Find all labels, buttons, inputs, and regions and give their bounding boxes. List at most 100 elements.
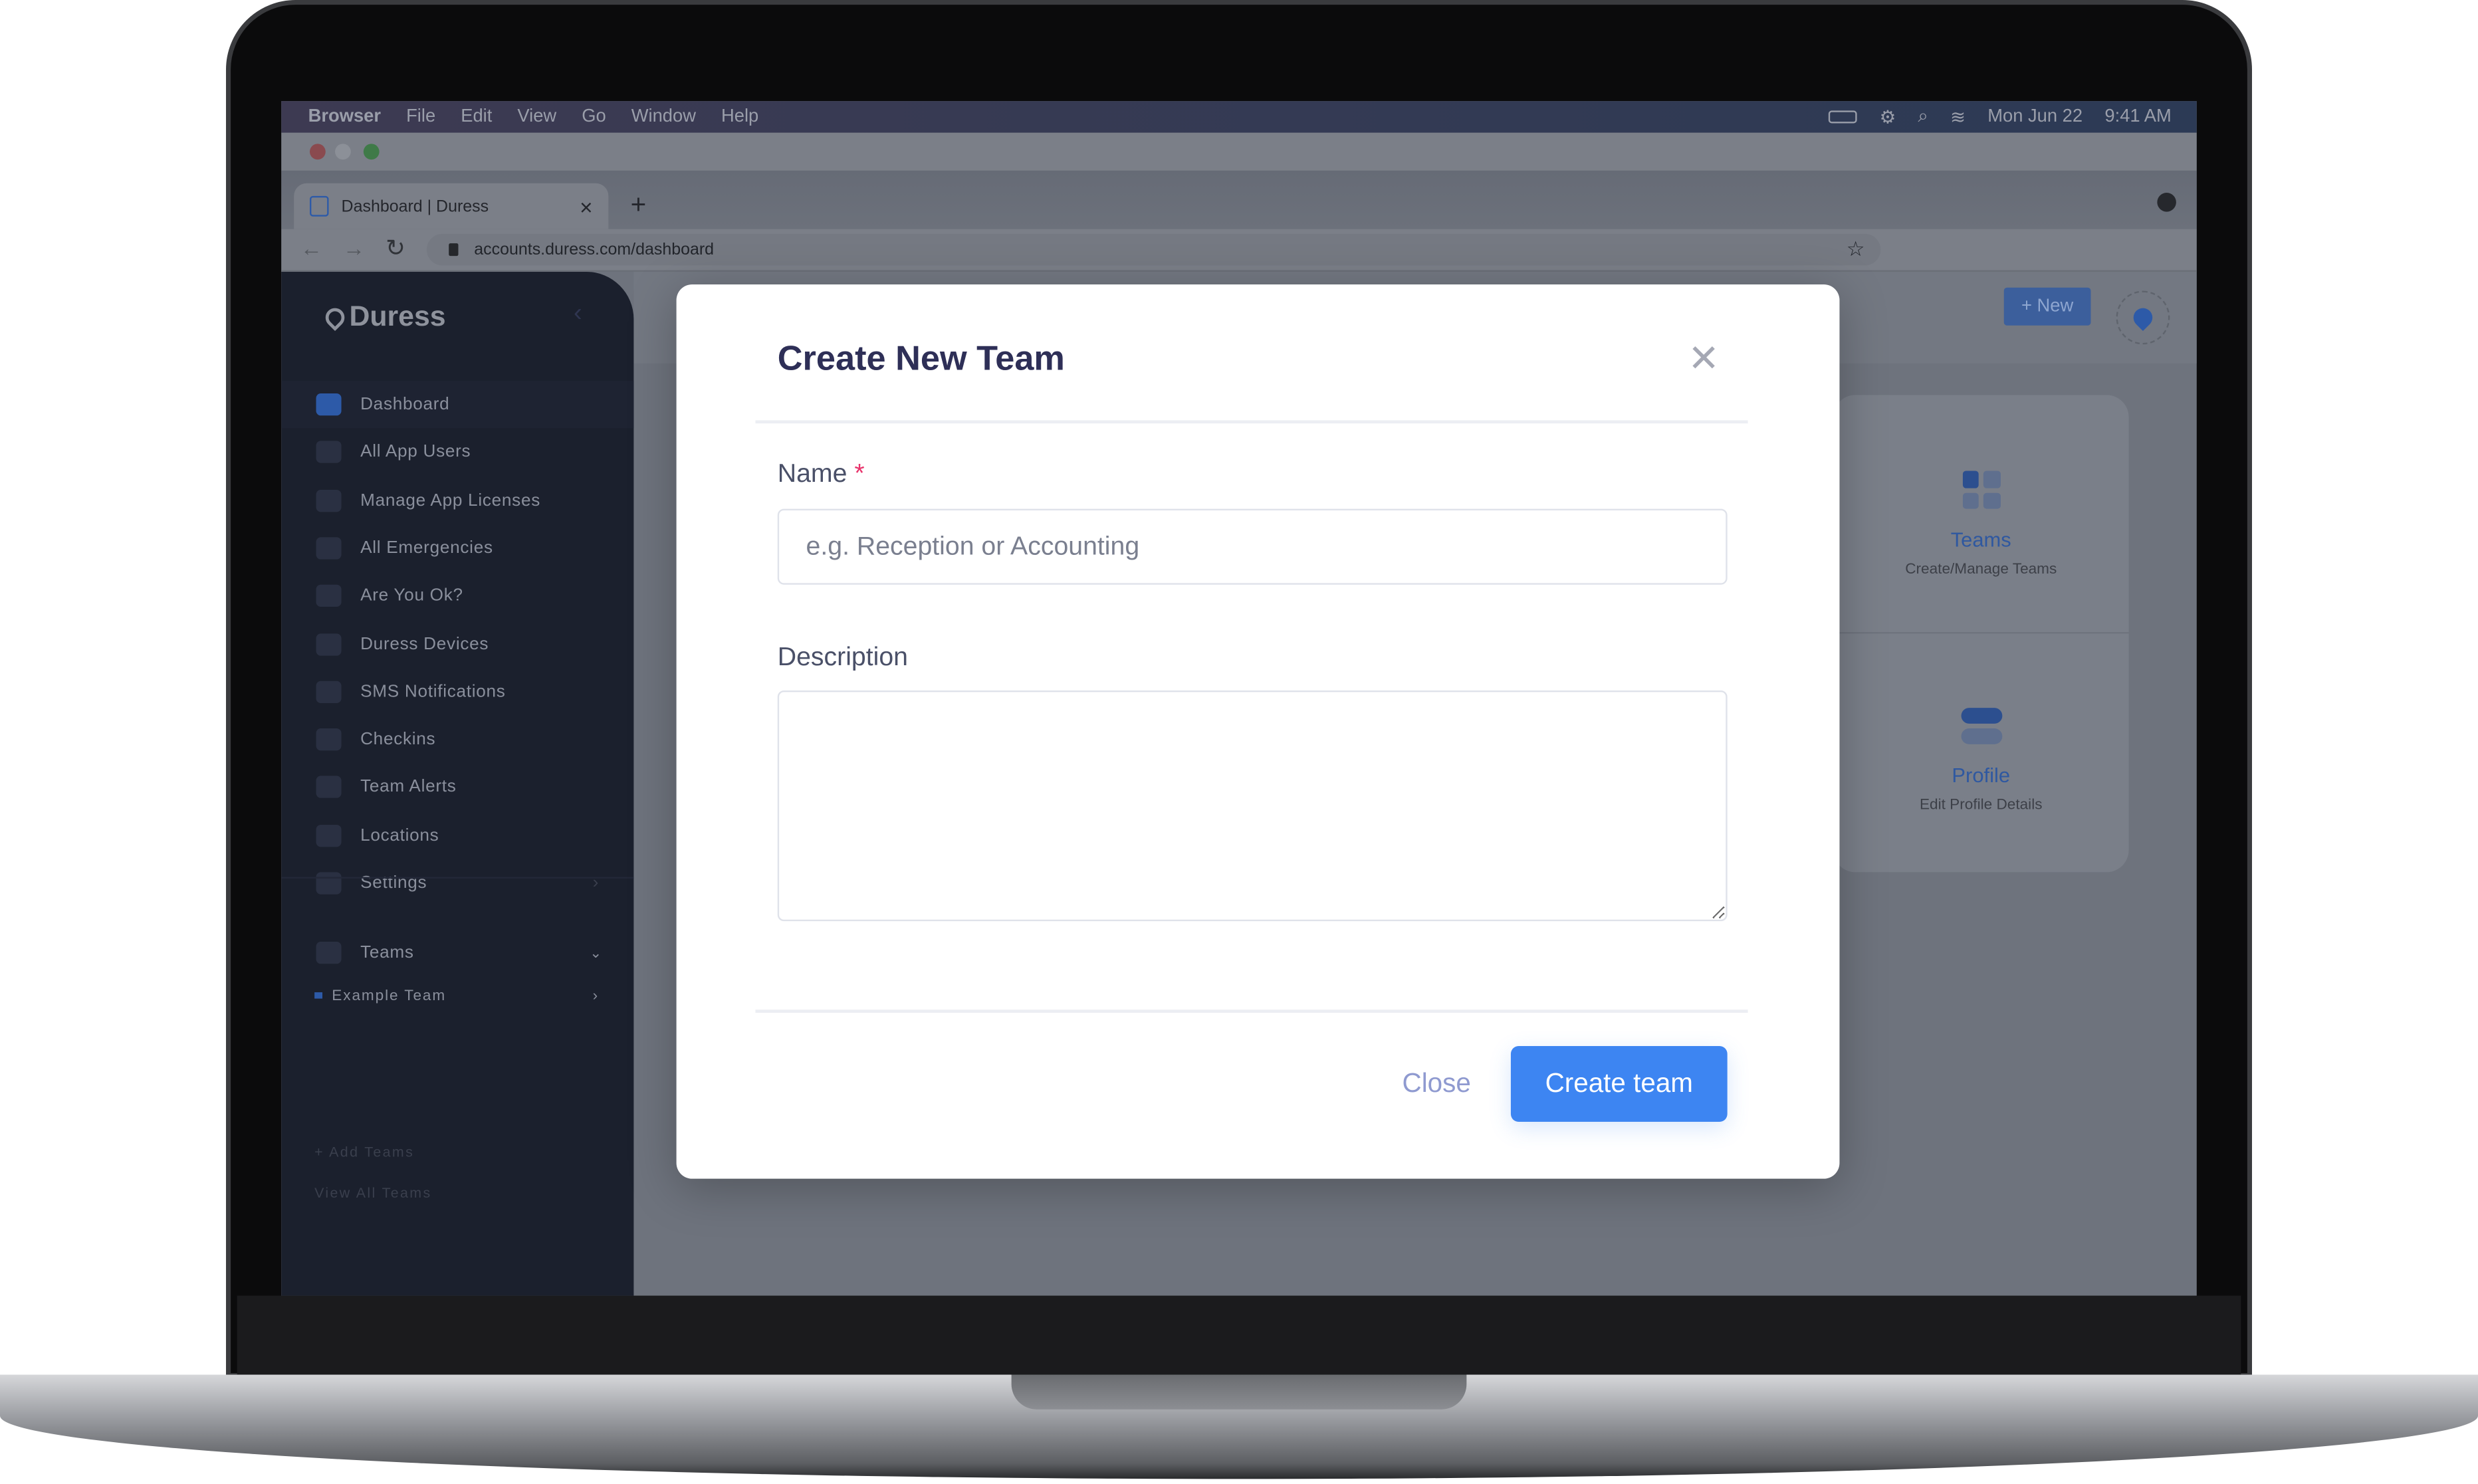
- tab-close-icon[interactable]: ×: [580, 193, 592, 219]
- back-icon[interactable]: ←: [300, 235, 322, 261]
- target-icon: [316, 824, 342, 847]
- tab-menu-icon[interactable]: [2157, 193, 2176, 212]
- maximize-window-button[interactable]: [363, 144, 380, 160]
- sidebar-item-duress-devices[interactable]: Duress Devices: [281, 620, 633, 667]
- sidebar-item-settings[interactable]: Settings ›: [281, 859, 633, 906]
- map-pin-icon: [316, 728, 342, 751]
- name-input[interactable]: [777, 508, 1728, 585]
- view-all-teams-link[interactable]: View All Teams: [314, 1185, 431, 1201]
- sidebar-item-teams[interactable]: Teams ⌄: [281, 929, 633, 976]
- address-bar-row: ← → ↻ accounts.duress.com/dashboard ☆: [281, 229, 2197, 272]
- menu-edit[interactable]: Edit: [461, 108, 492, 127]
- sidebar-item-manage-app-licenses[interactable]: Manage App Licenses: [281, 477, 633, 524]
- url-text: accounts.duress.com/dashboard: [474, 240, 715, 259]
- sidebar-item-label: Locations: [360, 825, 439, 845]
- sidebar-item-label: Duress Devices: [360, 634, 489, 654]
- gear-icon: [316, 872, 342, 895]
- menu-file[interactable]: File: [406, 108, 435, 127]
- users-icon: [316, 776, 342, 799]
- time: 9:41 AM: [2104, 107, 2172, 127]
- tab-strip: Dashboard | Duress × +: [281, 170, 2197, 229]
- control-center-icon[interactable]: ⚙: [1880, 106, 1896, 128]
- sidebar-item-all-emergencies[interactable]: All Emergencies: [281, 524, 633, 572]
- license-icon: [316, 489, 342, 512]
- warning-icon: [316, 537, 342, 560]
- sidebar-item-label: Are You Ok?: [360, 586, 463, 606]
- description-textarea[interactable]: [777, 690, 1728, 922]
- wifi-icon[interactable]: ≋: [1950, 106, 1966, 128]
- sidebar-item-are-you-ok[interactable]: Are You Ok?: [281, 572, 633, 619]
- close-button[interactable]: Close: [1381, 1046, 1492, 1122]
- sidebar-item-label: SMS Notifications: [360, 682, 506, 702]
- menu-view[interactable]: View: [517, 108, 556, 127]
- menu-help[interactable]: Help: [721, 108, 758, 127]
- pin-logo-icon: [321, 303, 349, 330]
- sidebar-item-label: Team Alerts: [360, 778, 457, 797]
- bookmark-star-icon[interactable]: ☆: [1847, 237, 1865, 263]
- teams-grid-icon: [1962, 471, 2000, 509]
- collapse-sidebar-icon[interactable]: ‹: [574, 300, 582, 329]
- brand-name: Duress: [349, 300, 446, 332]
- chevron-down-icon: ⌄: [590, 944, 602, 960]
- phone-icon: [316, 441, 342, 464]
- card-teams[interactable]: Teams Create/Manage Teams: [1833, 395, 2129, 634]
- search-icon[interactable]: ⌕: [1918, 106, 1928, 127]
- sidebar-item-all-app-users[interactable]: All App Users: [281, 429, 633, 476]
- divider: [755, 1009, 1748, 1012]
- chat-icon: [316, 681, 342, 703]
- menu-browser[interactable]: Browser: [308, 108, 381, 127]
- card-subtitle: Edit Profile Details: [1919, 796, 2043, 814]
- create-team-button[interactable]: Create team: [1510, 1045, 1728, 1122]
- divider: [755, 420, 1748, 423]
- sidebar-item-label: All App Users: [360, 443, 471, 462]
- date: Mon Jun 22: [1987, 107, 2083, 127]
- close-window-button[interactable]: [309, 144, 326, 160]
- url-field[interactable]: accounts.duress.com/dashboard ☆: [426, 233, 1881, 266]
- laptop-notch: [1011, 1374, 1467, 1410]
- reload-icon[interactable]: ↻: [386, 234, 405, 262]
- team-name: Example Team: [332, 986, 447, 1004]
- brand-logo[interactable]: Duress: [321, 300, 446, 334]
- thumbs-up-icon: [316, 585, 342, 607]
- card-profile[interactable]: Profile Edit Profile Details: [1833, 635, 2129, 873]
- description-label: Description: [777, 643, 909, 672]
- dashboard-cards: Teams Create/Manage Teams Profile Edit P…: [1833, 395, 2129, 873]
- sidebar-item-team-alerts[interactable]: Team Alerts: [281, 764, 633, 811]
- menu-window[interactable]: Window: [631, 108, 696, 127]
- duress-logo-icon: [2129, 304, 2157, 332]
- create-team-modal: Create New Team ✕ Name * Description Clo…: [676, 284, 1840, 1179]
- sidebar: Duress ‹ Dashboard All App Users Manage Ap…: [281, 271, 634, 1296]
- profile-avatar[interactable]: [2116, 290, 2170, 345]
- sidebar-item-checkins[interactable]: Checkins: [281, 716, 633, 763]
- favicon-icon: [309, 195, 329, 217]
- browser-tab[interactable]: Dashboard | Duress ×: [294, 183, 609, 229]
- teams-icon: [316, 942, 342, 964]
- sidebar-item-label: Checkins: [360, 730, 436, 750]
- sidebar-item-sms-notifications[interactable]: SMS Notifications: [281, 668, 633, 715]
- chevron-right-icon: ›: [592, 986, 600, 1004]
- menu-go[interactable]: Go: [582, 108, 606, 127]
- sidebar-item-dashboard[interactable]: Dashboard: [281, 380, 634, 429]
- forward-icon[interactable]: →: [343, 235, 365, 261]
- close-icon[interactable]: ✕: [1688, 340, 1720, 378]
- card-title: Profile: [1952, 763, 2011, 788]
- sidebar-item-locations[interactable]: Locations: [281, 811, 633, 859]
- sidebar-team-example[interactable]: Example Team ›: [281, 972, 633, 1019]
- device-icon: [316, 633, 342, 655]
- sidebar-item-label: Teams: [360, 943, 414, 962]
- minimize-window-button[interactable]: [335, 144, 351, 160]
- new-tab-button[interactable]: +: [631, 189, 647, 221]
- new-button[interactable]: + New: [2003, 287, 2091, 326]
- window-titlebar: [281, 132, 2197, 171]
- modal-title: Create New Team: [777, 338, 1065, 378]
- required-mark: *: [854, 459, 865, 488]
- os-menubar: Browser File Edit View Go Window Help ⚙ …: [281, 101, 2197, 133]
- add-teams-link[interactable]: + Add Teams: [314, 1144, 414, 1160]
- battery-icon[interactable]: [1829, 110, 1858, 124]
- name-label: Name *: [778, 460, 865, 490]
- toggle-icon: [1960, 708, 2002, 744]
- card-subtitle: Create/Manage Teams: [1905, 561, 2057, 579]
- layers-icon: [316, 393, 342, 416]
- team-color-dot: [314, 992, 323, 999]
- sidebar-item-label: All Emergencies: [360, 538, 493, 558]
